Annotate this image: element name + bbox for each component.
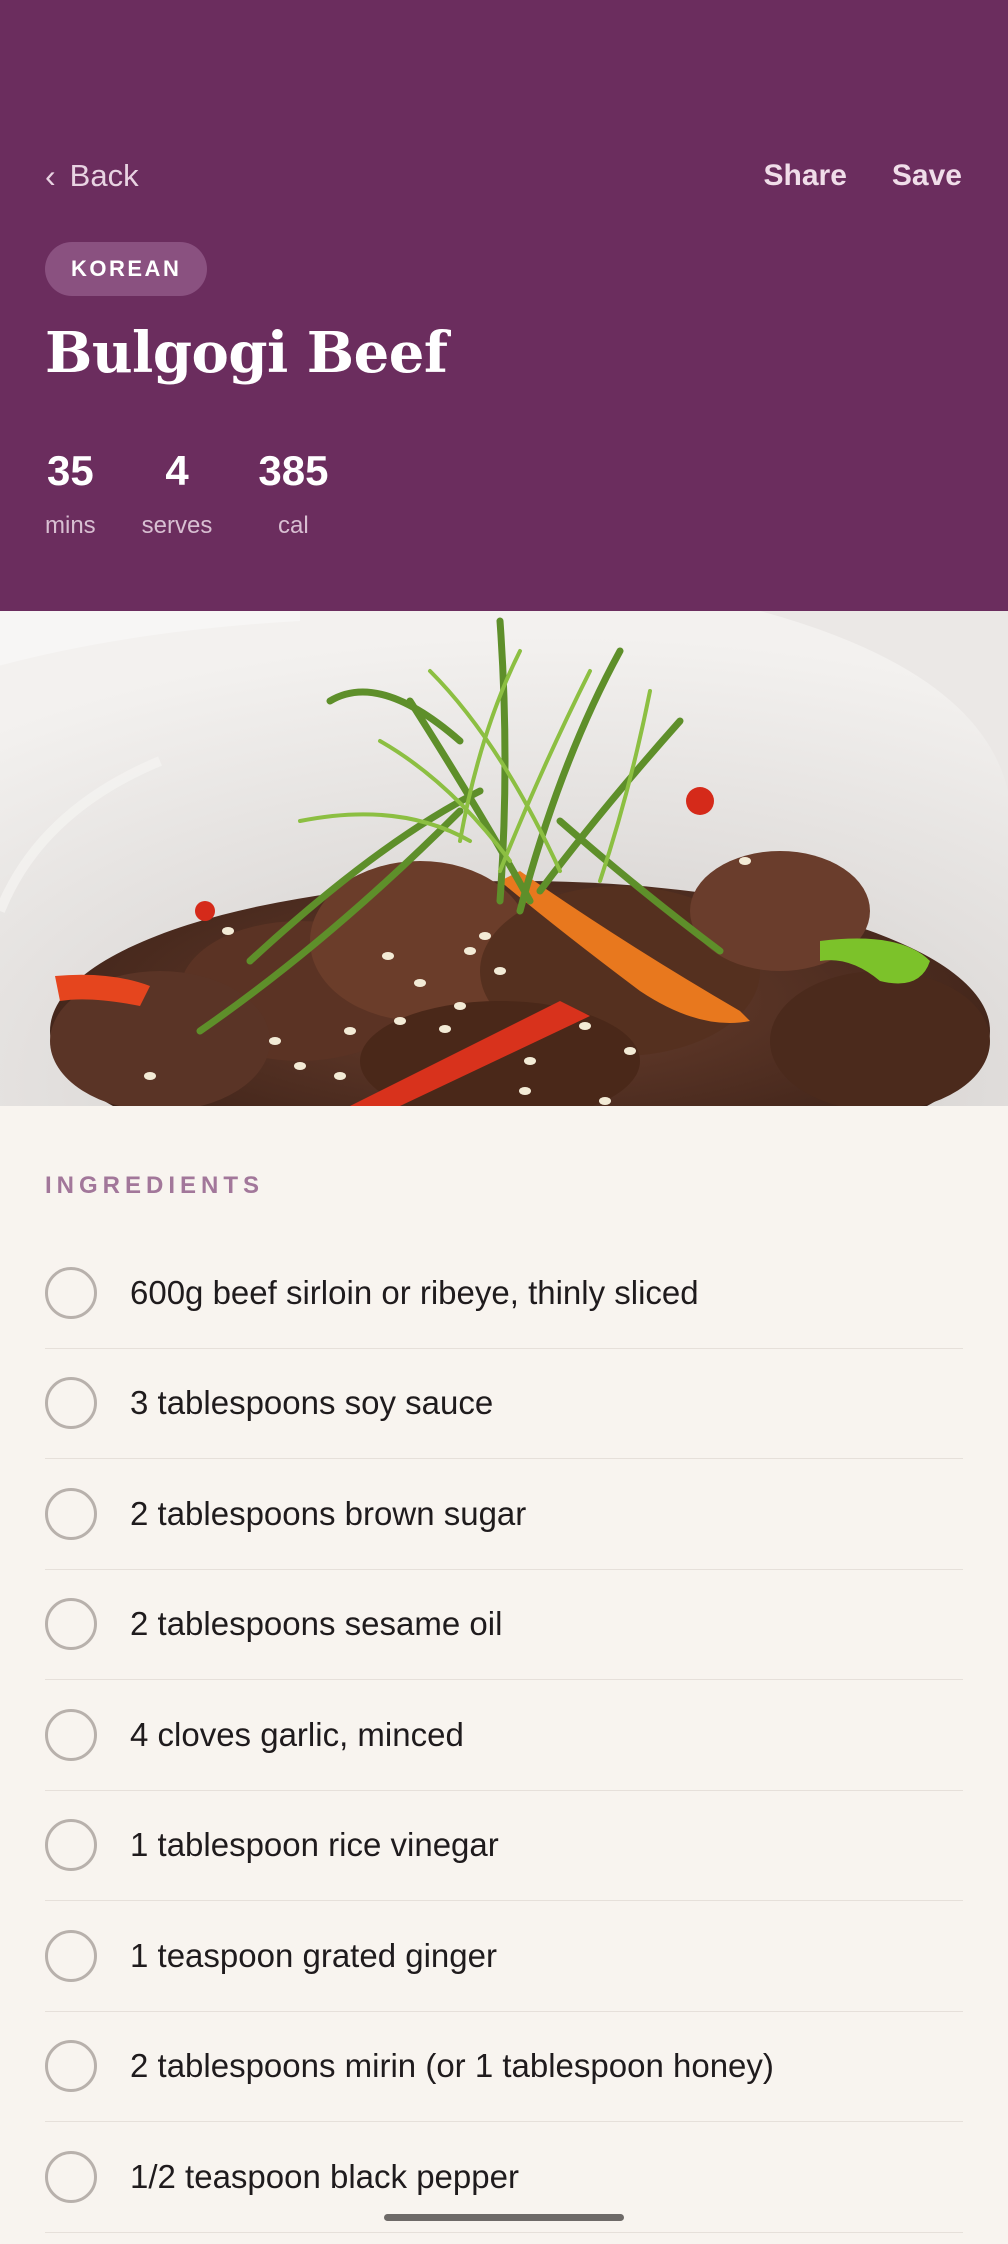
back-button[interactable]: ‹ Back <box>45 152 139 200</box>
recipe-hero-image <box>0 611 1008 1106</box>
list-item[interactable]: 3 tablespoons soy sauce <box>45 1349 963 1459</box>
circle-checkbox-icon[interactable] <box>45 2150 97 2203</box>
stat-servings: 4 serves <box>142 444 213 540</box>
back-label: Back <box>69 158 139 193</box>
recipe-title: Bulgogi Beef <box>45 320 448 386</box>
list-item[interactable]: 4 cloves garlic, minced <box>45 1680 963 1791</box>
chevron-left-icon: ‹ <box>45 158 56 194</box>
stat-servings-label: serves <box>141 512 213 539</box>
home-indicator[interactable] <box>384 2214 624 2221</box>
list-item[interactable]: 2 tablespoons sesame oil <box>45 1570 963 1680</box>
circle-checkbox-icon[interactable] <box>45 1819 97 1872</box>
list-item[interactable]: 2 tablespoons mirin (or 1 tablespoon hon… <box>45 2012 963 2122</box>
ingredients-heading: INGREDIENTS <box>45 1172 265 1199</box>
circle-checkbox-icon[interactable] <box>45 1929 97 1982</box>
circle-checkbox-icon[interactable] <box>45 1377 97 1430</box>
save-button[interactable]: Save <box>892 159 962 193</box>
ingredient-list: 600g beef sirloin or ribeye, thinly slic… <box>45 1238 963 2233</box>
ingredient-text: 3 tablespoons soy sauce <box>130 1384 494 1422</box>
cuisine-badge: KOREAN <box>45 242 208 296</box>
ingredient-text: 2 tablespoons brown sugar <box>130 1494 527 1532</box>
ingredient-text: 4 cloves garlic, minced <box>130 1715 464 1753</box>
list-item[interactable]: 1 tablespoon rice vinegar <box>45 1791 963 1901</box>
share-button[interactable]: Share <box>764 159 847 193</box>
stat-calories-label: cal <box>278 512 309 539</box>
list-item[interactable]: 1 teaspoon grated ginger <box>45 1901 963 2012</box>
ingredient-text: 2 tablespoons mirin (or 1 tablespoon hon… <box>130 2047 774 2085</box>
stat-time-label: mins <box>45 512 96 539</box>
ingredient-text: 2 tablespoons sesame oil <box>130 1605 503 1643</box>
circle-checkbox-icon[interactable] <box>45 1487 97 1540</box>
circle-checkbox-icon[interactable] <box>45 1598 97 1651</box>
dish-photo <box>0 611 1008 1106</box>
circle-checkbox-icon[interactable] <box>45 2040 97 2093</box>
ingredient-text: 1 tablespoon rice vinegar <box>130 1826 499 1864</box>
stat-time: 35 mins <box>45 444 96 540</box>
stat-time-value: 35 <box>46 447 94 494</box>
circle-checkbox-icon[interactable] <box>45 1708 97 1761</box>
stat-servings-value: 4 <box>165 447 189 494</box>
header-actions: Share Save <box>764 152 962 200</box>
stat-calories: 385 cal <box>258 444 328 540</box>
recipe-header: ‹ Back Share Save KOREAN Bulgogi Beef 35… <box>0 0 1008 611</box>
ingredient-text: 1/2 teaspoon black pepper <box>130 2157 519 2195</box>
recipe-stats: 35 mins 4 serves 385 cal <box>45 444 328 540</box>
ingredient-text: 600g beef sirloin or ribeye, thinly slic… <box>130 1273 699 1311</box>
recipe-detail-screen: ‹ Back Share Save KOREAN Bulgogi Beef 35… <box>0 0 1008 2244</box>
list-item[interactable]: 600g beef sirloin or ribeye, thinly slic… <box>45 1238 963 1349</box>
circle-checkbox-icon[interactable] <box>45 1266 97 1319</box>
ingredient-text: 1 teaspoon grated ginger <box>130 1936 497 1974</box>
list-item[interactable]: 2 tablespoons brown sugar <box>45 1459 963 1570</box>
stat-calories-value: 385 <box>258 447 329 494</box>
